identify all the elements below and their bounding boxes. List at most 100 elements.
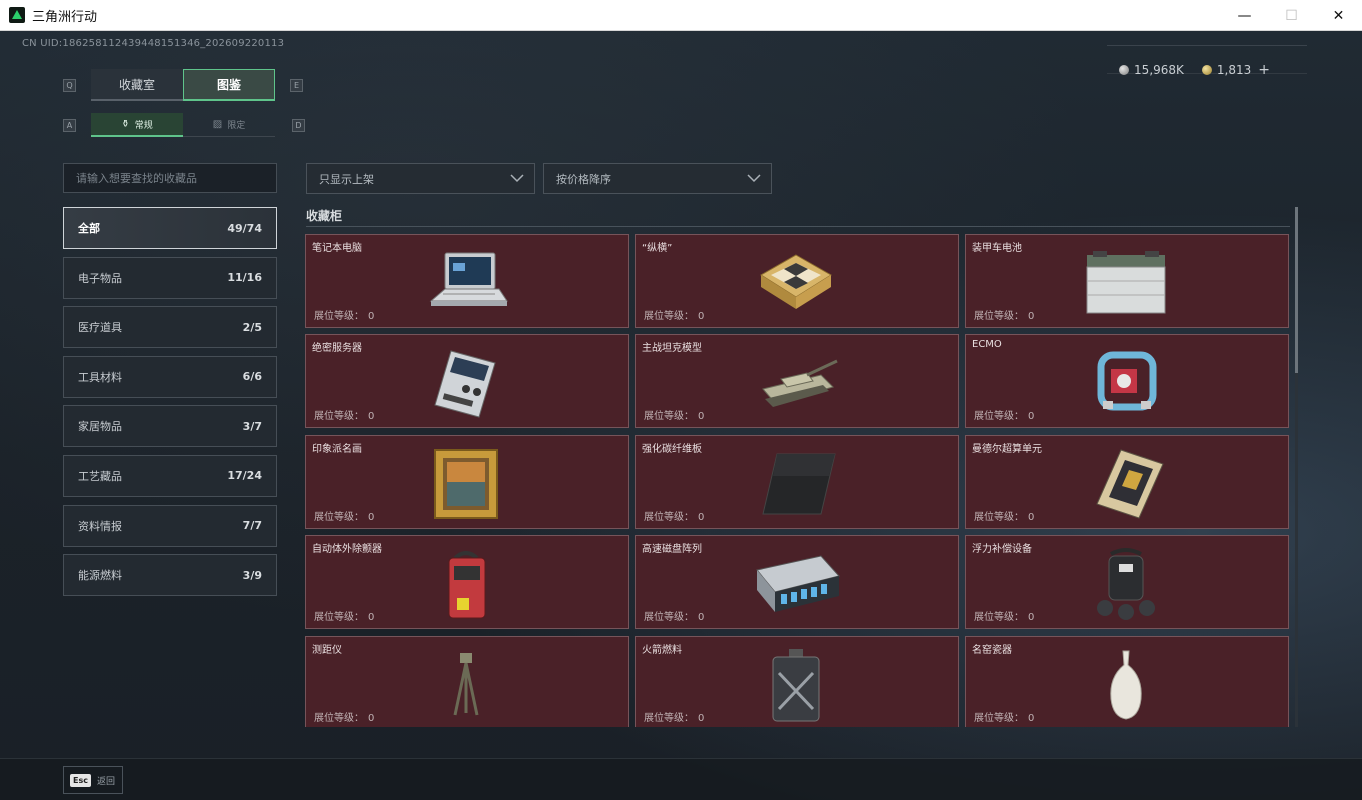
key-hint-e: E: [290, 79, 303, 92]
item-name: 自动体外除颤器: [312, 544, 382, 555]
item-name: 印象派名画: [312, 444, 362, 455]
item-name: 强化碳纤维板: [642, 444, 702, 455]
item-level: 展位等级： 0: [644, 713, 705, 724]
tank-icon: [746, 343, 846, 423]
subtab-regular[interactable]: ⚱ 常规: [91, 113, 183, 137]
category-count: 6/6: [242, 370, 262, 384]
category-label: 资料情报: [78, 519, 122, 533]
category-label: 全部: [78, 222, 100, 235]
chevron-down-icon: [510, 174, 524, 183]
item-card[interactable]: 绝密服务器 展位等级： 0: [305, 334, 629, 428]
currency-bar: 15,968K 1,813 +: [1119, 62, 1270, 78]
show-filter-dropdown[interactable]: 只显示上架: [306, 163, 535, 194]
item-name: 火箭燃料: [642, 645, 682, 656]
item-card[interactable]: 曼德尔超算单元 展位等级： 0: [965, 435, 1289, 529]
window-titlebar: 三角洲行动 — ☐ ✕: [0, 0, 1362, 31]
sub-tabs: ⚱ 常规 ▨ 限定: [91, 113, 275, 137]
item-name: 绝密服务器: [312, 343, 362, 354]
back-button[interactable]: Esc 返回: [63, 766, 123, 794]
dropdown-value: 按价格降序: [556, 172, 611, 186]
category-all[interactable]: 全部 49/74: [63, 207, 277, 249]
search-input[interactable]: 请输入想要查找的收藏品: [63, 163, 277, 193]
gold-coin-icon: [1201, 65, 1212, 75]
minimize-button[interactable]: —: [1221, 0, 1268, 31]
category-medical[interactable]: 医疗道具 2/5: [63, 306, 277, 349]
category-label: 家居物品: [78, 420, 122, 434]
item-card[interactable]: ECMO 展位等级： 0: [965, 334, 1289, 428]
ecmo-icon: [1076, 343, 1176, 423]
dropdown-value: 只显示上架: [319, 172, 374, 186]
item-name: 曼德尔超算单元: [972, 444, 1042, 455]
category-label: 工艺藏品: [78, 469, 122, 483]
category-count: 17/24: [227, 469, 262, 483]
item-name: 笔记本电脑: [312, 243, 362, 254]
item-name: “纵横”: [642, 243, 673, 254]
category-list: 全部 49/74 电子物品 11/16 医疗道具 2/5 工具材料 6/6 家居…: [63, 207, 277, 604]
item-card[interactable]: 装甲车电池 展位等级： 0: [965, 234, 1289, 328]
scrollbar[interactable]: [1295, 207, 1298, 727]
category-household[interactable]: 家居物品 3/7: [63, 405, 277, 448]
bottom-bar: [0, 758, 1362, 800]
bottle-icon: ⚱: [121, 118, 130, 130]
item-card[interactable]: 浮力补偿设备 展位等级： 0: [965, 535, 1289, 629]
item-card[interactable]: 火箭燃料 展位等级： 0: [635, 636, 959, 727]
category-electronics[interactable]: 电子物品 11/16: [63, 256, 277, 299]
category-label: 工具材料: [78, 370, 122, 384]
item-level: 展位等级： 0: [314, 311, 375, 322]
item-level: 展位等级： 0: [314, 411, 375, 422]
server-icon: [416, 343, 516, 423]
item-card[interactable]: 笔记本电脑 展位等级： 0: [305, 234, 629, 328]
sort-dropdown[interactable]: 按价格降序: [543, 163, 772, 194]
subtab-limited[interactable]: ▨ 限定: [183, 113, 275, 137]
item-card[interactable]: 强化碳纤维板 展位等级： 0: [635, 435, 959, 529]
item-level: 展位等级： 0: [644, 411, 705, 422]
close-button[interactable]: ✕: [1315, 0, 1362, 31]
item-level: 展位等级： 0: [644, 311, 705, 322]
maximize-button[interactable]: ☐: [1268, 0, 1315, 31]
item-grid: 笔记本电脑 展位等级： 0 “纵横” 展位等级： 0 装甲车电池 展位等级： 0 绝密…: [305, 234, 1290, 727]
chevron-down-icon: [747, 174, 761, 183]
tab-catalog[interactable]: 图鉴: [183, 69, 275, 101]
decorative-line: [1107, 45, 1307, 46]
tab-collection-room[interactable]: 收藏室: [91, 69, 183, 101]
scrollbar-thumb[interactable]: [1295, 207, 1298, 373]
add-currency-button[interactable]: +: [1258, 62, 1270, 78]
item-level: 展位等级： 0: [974, 512, 1035, 523]
item-card[interactable]: 测距仪 展位等级： 0: [305, 636, 629, 727]
item-card[interactable]: “纵横” 展位等级： 0: [635, 234, 959, 328]
laptop-icon: [416, 243, 516, 323]
item-level: 展位等级： 0: [644, 612, 705, 623]
category-label: 医疗道具: [78, 321, 122, 335]
section-title: 收藏柜: [306, 209, 343, 223]
buoyancy-device-icon: [1076, 544, 1176, 624]
category-count: 49/74: [227, 221, 262, 235]
supercomputer-unit-icon: [1076, 444, 1176, 524]
category-count: 7/7: [242, 519, 262, 533]
section-divider: [306, 226, 1290, 227]
rangefinder-icon: [416, 645, 516, 725]
currency-gold[interactable]: 1,813 +: [1201, 62, 1270, 78]
category-intel[interactable]: 资料情报 7/7: [63, 504, 277, 547]
item-card[interactable]: 名窑瓷器 展位等级： 0: [965, 636, 1289, 727]
category-count: 3/9: [242, 568, 262, 582]
user-uid: CN UID:1862581124394481513​46_2026092201…: [22, 38, 285, 49]
item-name: ECMO: [972, 339, 1002, 350]
item-name: 浮力补偿设备: [972, 544, 1032, 555]
painting-icon: [416, 444, 516, 524]
category-crafts[interactable]: 工艺藏品 17/24: [63, 454, 277, 497]
category-energy[interactable]: 能源燃料 3/9: [63, 554, 277, 597]
item-level: 展位等级： 0: [644, 512, 705, 523]
chessboard-icon: [746, 243, 846, 323]
game-viewport: CN UID:1862581124394481513​46_2026092201…: [0, 31, 1362, 800]
key-hint-a: A: [63, 119, 76, 132]
item-name: 测距仪: [312, 645, 342, 656]
currency-value: 1,813: [1216, 63, 1252, 77]
category-tools[interactable]: 工具材料 6/6: [63, 355, 277, 398]
disk-array-icon: [746, 544, 846, 624]
item-card[interactable]: 高速磁盘阵列 展位等级： 0: [635, 535, 959, 629]
item-name: 装甲车电池: [972, 243, 1022, 254]
item-card[interactable]: 自动体外除颤器 展位等级： 0: [305, 535, 629, 629]
item-card[interactable]: 印象派名画 展位等级： 0: [305, 435, 629, 529]
item-card[interactable]: 主战坦克模型 展位等级： 0: [635, 334, 959, 428]
item-level: 展位等级： 0: [974, 713, 1035, 724]
